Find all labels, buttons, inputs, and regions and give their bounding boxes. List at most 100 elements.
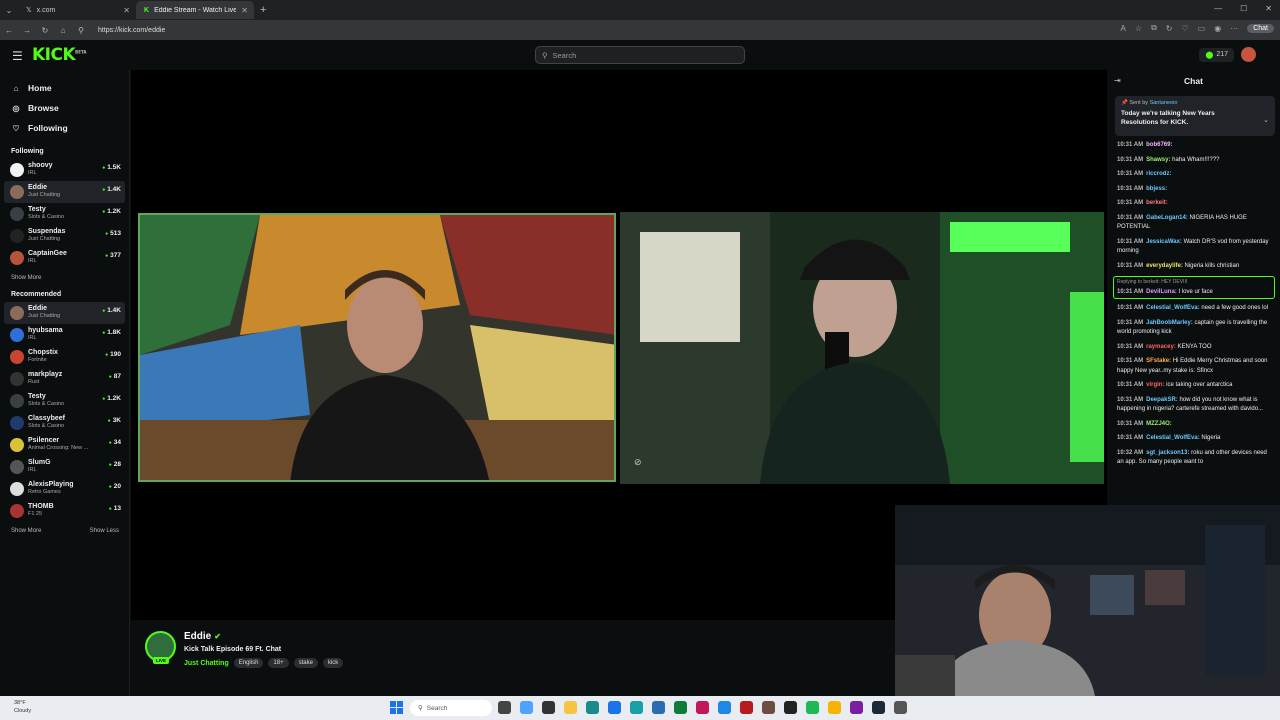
hamburger-menu-icon[interactable]: ☰ <box>12 49 23 63</box>
user-avatar[interactable] <box>1241 47 1256 62</box>
taskbar-app-icon[interactable] <box>850 701 863 714</box>
sidebar-channel[interactable]: ChopstixFortnite190 <box>4 346 125 368</box>
tag-language[interactable]: English <box>233 658 264 668</box>
chat-message[interactable]: 10:31 AM bob6769: <box>1117 141 1275 151</box>
forward-icon[interactable]: → <box>18 26 36 35</box>
tab-kick[interactable]: K Eddie Stream - Watch Live on ✕ <box>136 1 254 19</box>
sidebar-channel[interactable]: markplayzRust87 <box>4 368 125 390</box>
message-username[interactable]: sgt_jackson13: <box>1146 450 1189 456</box>
message-username[interactable]: riccrodz: <box>1146 171 1171 177</box>
outlook-icon[interactable] <box>608 701 621 714</box>
close-tab-icon[interactable]: ✕ <box>241 6 248 15</box>
chat-message[interactable]: 10:31 AM JessicaWax: Watch DR'S vod from … <box>1117 238 1275 257</box>
sidebar-channel[interactable]: ClassybeefSlots & Casino3K <box>4 412 125 434</box>
copilot-icon[interactable] <box>520 701 533 714</box>
minimize-icon[interactable]: — <box>1214 4 1222 13</box>
sidebar-channel[interactable]: SlumGIRL28 <box>4 456 125 478</box>
message-username[interactable]: everydaylife: <box>1146 263 1183 269</box>
profile-icon[interactable]: ◉ <box>1214 24 1221 33</box>
taskbar-app-icon[interactable] <box>586 701 599 714</box>
new-tab-icon[interactable]: + <box>260 4 266 16</box>
stream-category-link[interactable]: Just Chatting <box>184 660 229 667</box>
kick-logo[interactable]: KICKBETA <box>32 45 86 65</box>
chat-message[interactable]: 10:31 AM Celestial_WolfEva: Nigeria <box>1117 434 1275 444</box>
taskbar-app-icon[interactable] <box>696 701 709 714</box>
close-window-icon[interactable]: ✕ <box>1265 4 1272 13</box>
sidebar-channel[interactable]: EddieJust Chatting1.4K <box>4 302 125 324</box>
chat-message[interactable]: 10:31 AM virgin: ice taking over antarcti… <box>1117 381 1275 391</box>
chat-message[interactable]: 10:31 AM JahBoobMarley: captain gee is tr… <box>1117 319 1275 338</box>
more-icon[interactable]: ··· <box>1230 24 1238 33</box>
chat-message[interactable]: 10:31 AM Celestial_WolfEva: need a few go… <box>1117 304 1275 314</box>
sidebar-channel[interactable]: CaptainGeeIRL377 <box>4 247 125 269</box>
nav-browse[interactable]: ◎ Browse <box>11 98 129 118</box>
message-username[interactable]: Celestial_WolfEva: <box>1146 435 1200 441</box>
tag-stake[interactable]: stake <box>293 658 318 668</box>
chevron-down-icon[interactable]: ⌄ <box>1263 116 1269 124</box>
message-username[interactable]: DevilLuna: <box>1146 289 1177 295</box>
tag-kick[interactable]: kick <box>322 658 344 668</box>
chat-message[interactable]: 10:31 AM bbjess: <box>1117 185 1275 195</box>
chat-message[interactable]: 10:31 AM SFstake: Hi Eddie Merry Christma… <box>1117 357 1275 376</box>
back-icon[interactable]: ← <box>0 26 18 35</box>
sidebar-channel[interactable]: TestySlots & Casino1.2K <box>4 390 125 412</box>
message-username[interactable]: bbjess: <box>1146 186 1167 192</box>
message-username[interactable]: bob6769: <box>1146 142 1172 148</box>
taskbar-app-icon[interactable] <box>542 701 555 714</box>
tag-mature[interactable]: 18+ <box>268 658 289 668</box>
taskbar-app-icon[interactable] <box>718 701 731 714</box>
chat-message[interactable]: Replying to berkeit: HEY DEVIII 10:31 AM D… <box>1113 276 1275 299</box>
sidebar-channel[interactable]: hyubsamaIRL1.8K <box>4 324 125 346</box>
steam-icon[interactable] <box>872 701 885 714</box>
points-badge[interactable]: ⬤ 217 <box>1199 48 1234 62</box>
message-username[interactable]: virgin: <box>1146 382 1164 388</box>
chat-message[interactable]: 10:32 AM sgt_jackson13: roku and other de… <box>1117 449 1275 468</box>
maximize-icon[interactable]: ☐ <box>1240 4 1247 13</box>
sidebar-channel[interactable]: THOMBF1 2513 <box>4 500 125 522</box>
message-username[interactable]: berkeit: <box>1146 200 1168 206</box>
message-username[interactable]: Celestial_WolfEva: <box>1146 305 1200 311</box>
taskbar-app-icon[interactable] <box>894 701 907 714</box>
sidebar-channel[interactable]: EddieJust Chatting1.4K <box>4 181 125 203</box>
chat-message[interactable]: 10:31 AM Shawsy: haha Wham!!!??? <box>1117 156 1275 166</box>
favorite-star-icon[interactable]: ☆ <box>1135 24 1142 33</box>
show-more-following[interactable]: Show More <box>0 269 129 287</box>
message-username[interactable]: GabeLogan14: <box>1146 215 1188 221</box>
message-username[interactable]: JahBoobMarley: <box>1146 320 1193 326</box>
close-tab-icon[interactable]: ✕ <box>123 6 130 15</box>
reload-icon[interactable]: ↻ <box>36 26 54 35</box>
message-username[interactable]: DeepakSR: <box>1146 397 1178 403</box>
streamer-name[interactable]: Eddie ✔ <box>184 631 221 642</box>
weather-widget[interactable]: 38°F Cloudy <box>14 699 31 715</box>
tab-menu-icon[interactable]: ⌄ <box>0 6 18 15</box>
show-more-button[interactable]: Show More <box>11 528 41 534</box>
refresh-icon[interactable]: ↻ <box>1166 24 1173 33</box>
sidebar-channel[interactable]: PsilencerAnimal Crossing: New ...34 <box>4 434 125 456</box>
terminal-icon[interactable] <box>784 701 797 714</box>
start-button[interactable] <box>390 701 403 714</box>
nav-home[interactable]: ⌂ Home <box>11 78 129 98</box>
home-browser-icon[interactable]: ⌂ <box>54 26 72 35</box>
task-view-icon[interactable] <box>498 701 511 714</box>
site-info-icon[interactable]: ⚲ <box>72 26 90 35</box>
chat-message[interactable]: 10:31 AM everydaylife: Nigeria kills chri… <box>1117 262 1275 272</box>
taskbar-search[interactable]: ⚲ Search <box>410 700 492 716</box>
chrome-icon[interactable] <box>828 701 841 714</box>
sidebar-channel[interactable]: TestySlots & Casino1.2K <box>4 203 125 225</box>
edge-icon[interactable] <box>630 701 643 714</box>
collections-icon[interactable]: ♡ <box>1181 24 1188 33</box>
chat-message[interactable]: 10:31 AM MZZJ4O: <box>1117 420 1275 430</box>
tab-x[interactable]: 𝕏 x.com ✕ <box>18 1 136 19</box>
chat-message[interactable]: 10:31 AM raymacey: KENYA TOO <box>1117 343 1275 353</box>
message-username[interactable]: JessicaWax: <box>1146 239 1182 245</box>
message-username[interactable]: MZZJ4O: <box>1146 421 1172 427</box>
url-field[interactable]: https://kick.com/eddie <box>98 27 165 34</box>
message-username[interactable]: SFstake: <box>1146 358 1171 364</box>
taskbar-app-icon[interactable] <box>674 701 687 714</box>
taskbar-app-icon[interactable] <box>740 701 753 714</box>
show-less-button[interactable]: Show Less <box>90 528 119 534</box>
extensions-icon[interactable]: ⧉ <box>1151 23 1157 33</box>
search-input[interactable]: ⚲ Search <box>535 46 745 64</box>
chat-message[interactable]: 10:31 AM berkeit: <box>1117 199 1275 209</box>
split-icon[interactable]: ▭ <box>1198 24 1206 33</box>
